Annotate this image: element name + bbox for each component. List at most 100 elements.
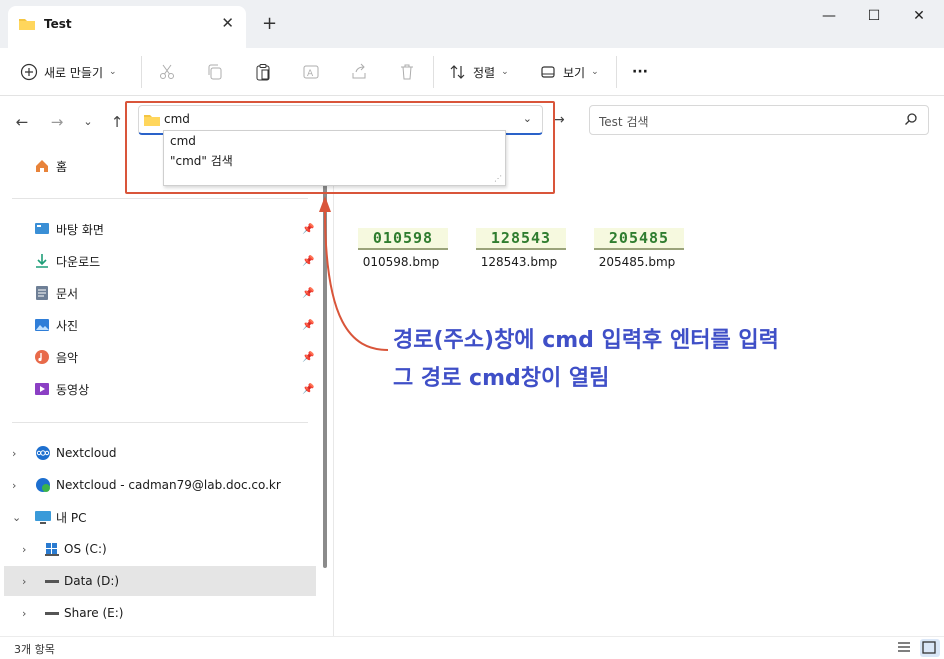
- search-icon[interactable]: [904, 112, 918, 129]
- minimize-button[interactable]: —: [806, 4, 852, 28]
- file-thumbnail: 128543: [476, 228, 566, 250]
- chevron-right-icon[interactable]: ›: [22, 575, 26, 588]
- computer-icon: [34, 509, 51, 525]
- rename-icon[interactable]: A: [302, 57, 320, 87]
- annotation-line-2: 그 경로 cmd창이 열림: [393, 366, 610, 391]
- sidebar-item-label: 문서: [56, 286, 79, 301]
- toolbar-divider: [616, 56, 617, 88]
- nextcloud-sync-icon: [34, 477, 50, 493]
- sidebar-item-label: Share (E:): [64, 606, 124, 620]
- home-icon: [34, 158, 50, 174]
- sidebar-item-pictures[interactable]: 사진 📌: [0, 310, 316, 340]
- pin-icon[interactable]: 📌: [302, 224, 314, 235]
- download-icon: [34, 253, 50, 269]
- file-thumbnail: 205485: [594, 228, 684, 250]
- chevron-down-icon: ⌄: [109, 67, 117, 77]
- folder-icon: [18, 16, 36, 35]
- chevron-right-icon[interactable]: ›: [22, 543, 26, 556]
- file-item[interactable]: 010598 010598.bmp: [346, 222, 456, 278]
- forward-arrow-icon[interactable]: →: [47, 112, 67, 132]
- sidebar-item-videos[interactable]: 동영상 📌: [0, 374, 316, 404]
- chevron-right-icon[interactable]: ›: [12, 479, 16, 492]
- sort-button[interactable]: 정렬 ⌄: [449, 57, 509, 87]
- sidebar-item-label: 동영상: [56, 382, 90, 397]
- pin-icon[interactable]: 📌: [302, 288, 314, 299]
- tab-test[interactable]: Test ✕: [8, 6, 246, 48]
- paste-icon[interactable]: [254, 57, 272, 87]
- sidebar-item-label: Nextcloud - cadman79@lab.doc.co.kr: [56, 478, 281, 492]
- status-bar: 3개 항목: [0, 636, 944, 659]
- chevron-right-icon[interactable]: ›: [22, 607, 26, 620]
- document-icon: [34, 285, 50, 301]
- maximize-button[interactable]: ☐: [851, 4, 897, 28]
- close-button[interactable]: ✕: [896, 4, 942, 28]
- sidebar-item-downloads[interactable]: 다운로드 📌: [0, 246, 316, 276]
- sidebar-item-nextcloud[interactable]: › Nextcloud: [0, 438, 316, 468]
- sidebar-item-label: 홈: [56, 159, 68, 174]
- sidebar-item-music[interactable]: 음악 📌: [0, 342, 316, 372]
- up-arrow-icon[interactable]: ↑: [107, 112, 127, 132]
- details-view-icon[interactable]: [896, 639, 916, 657]
- pin-icon[interactable]: 📌: [302, 384, 314, 395]
- sort-label: 정렬: [473, 65, 496, 80]
- sidebar-item-desktop[interactable]: 바탕 화면 📌: [0, 214, 316, 244]
- delete-icon[interactable]: [398, 57, 416, 87]
- pin-icon[interactable]: 📌: [302, 352, 314, 363]
- search-placeholder: Test 검색: [599, 115, 649, 129]
- view-button[interactable]: 보기 ⌄: [539, 57, 599, 87]
- file-name: 010598.bmp: [362, 255, 440, 269]
- sort-icon: [449, 63, 467, 81]
- annotation-highlight-box: [125, 101, 555, 194]
- svg-text:A: A: [307, 69, 314, 79]
- video-icon: [34, 381, 50, 397]
- command-bar: 새로 만들기 ⌄ A 정렬 ⌄ 보기 ⌄ ···: [0, 48, 944, 96]
- sidebar-scrollbar[interactable]: [323, 148, 327, 568]
- sidebar-divider: [12, 198, 308, 199]
- chevron-right-icon[interactable]: ›: [12, 447, 16, 460]
- chevron-down-icon[interactable]: ⌄: [12, 511, 21, 524]
- more-options-button[interactable]: ···: [632, 57, 648, 87]
- cut-icon[interactable]: [158, 57, 176, 87]
- tab-title: Test: [44, 17, 72, 31]
- chevron-down-icon: ⌄: [501, 67, 509, 77]
- sidebar-item-label: 다운로드: [56, 254, 101, 269]
- toolbar-divider: [141, 56, 142, 88]
- pin-icon[interactable]: 📌: [302, 256, 314, 267]
- navigation-pane: 홈 바탕 화면 📌 다운로드 📌 문서 📌 사진 📌 음악 📌 동영상 📌 › …: [0, 148, 320, 636]
- pane-divider[interactable]: [333, 148, 334, 636]
- recent-chevron-icon[interactable]: ⌄: [78, 112, 98, 132]
- desktop-icon: [34, 221, 50, 237]
- plus-circle-icon: [20, 63, 38, 81]
- search-box[interactable]: Test 검색: [589, 105, 929, 135]
- music-icon: [34, 349, 50, 365]
- pin-icon[interactable]: 📌: [302, 320, 314, 331]
- sidebar-item-label: Nextcloud: [56, 446, 117, 460]
- file-item[interactable]: 128543 128543.bmp: [464, 222, 574, 278]
- back-arrow-icon[interactable]: ←: [12, 112, 32, 132]
- new-button-label: 새로 만들기: [44, 65, 104, 80]
- sidebar-item-label: 음악: [56, 350, 79, 365]
- sidebar-item-nextcloud-account[interactable]: › Nextcloud - cadman79@lab.doc.co.kr: [0, 470, 316, 500]
- tab-close-icon[interactable]: ✕: [221, 14, 234, 32]
- sidebar-item-this-pc[interactable]: ⌄ 내 PC: [0, 502, 316, 532]
- sidebar-item-label: 내 PC: [56, 510, 87, 525]
- copy-icon[interactable]: [206, 57, 224, 87]
- view-label: 보기: [563, 65, 586, 80]
- new-button[interactable]: 새로 만들기 ⌄: [20, 57, 117, 87]
- sidebar-item-label: OS (C:): [64, 542, 107, 556]
- sidebar-item-label: 바탕 화면: [56, 222, 104, 237]
- sidebar-item-documents[interactable]: 문서 📌: [0, 278, 316, 308]
- sidebar-divider: [12, 422, 308, 423]
- thumbnail-view-icon[interactable]: [920, 639, 940, 657]
- sidebar-item-label: Data (D:): [64, 574, 120, 588]
- sidebar-item-drive-e[interactable]: › Share (E:): [0, 598, 316, 628]
- file-name: 205485.bmp: [598, 255, 676, 269]
- sidebar-item-drive-c[interactable]: › OS (C:): [0, 534, 316, 564]
- new-tab-button[interactable]: +: [262, 13, 277, 34]
- file-item[interactable]: 205485 205485.bmp: [582, 222, 692, 278]
- share-icon[interactable]: [350, 57, 368, 87]
- windows-drive-icon: [44, 541, 60, 557]
- title-bar: Test ✕ + — ☐ ✕: [0, 0, 944, 48]
- pictures-icon: [34, 317, 50, 333]
- sidebar-item-drive-d[interactable]: › Data (D:): [4, 566, 316, 596]
